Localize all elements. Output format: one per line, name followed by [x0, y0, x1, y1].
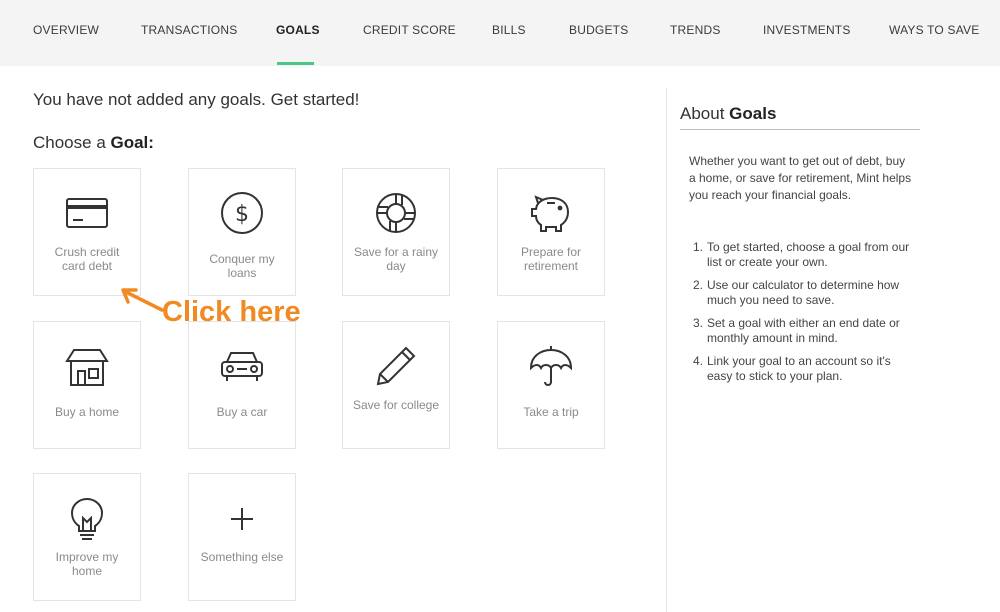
step-text: To get started, choose a goal from our l… [707, 240, 910, 269]
step-number: 2. [693, 278, 704, 292]
credit-card-icon [34, 196, 140, 230]
goal-card-retirement[interactable]: Prepare for retirement [497, 168, 605, 296]
tab-goals[interactable]: GOALS [276, 23, 320, 37]
goal-label: Conquer my loans [209, 252, 275, 280]
life-ring-icon [343, 191, 449, 235]
goal-card-something-else[interactable]: Something else [188, 473, 296, 601]
active-tab-indicator [277, 62, 314, 65]
choose-goal-heading: Choose a Goal: [33, 133, 154, 153]
tab-budgets[interactable]: BUDGETS [569, 23, 628, 37]
goal-label: Take a trip [523, 405, 579, 419]
goal-card-loans[interactable]: $ Conquer my loans [188, 168, 296, 296]
about-title-prefix: About [680, 104, 730, 123]
goal-label: Buy a home [54, 405, 120, 419]
dollar-coin-icon: $ [189, 191, 295, 235]
pencil-icon [343, 344, 449, 388]
about-intro-text: Whether you want to get out of debt, buy… [689, 154, 912, 202]
about-goals-title: About Goals [680, 104, 776, 124]
click-here-annotation: Click here [162, 296, 301, 328]
annotation-arrow-icon [121, 288, 164, 312]
about-step: 3. Set a goal with either an end date or … [693, 316, 915, 346]
top-navigation: OVERVIEW TRANSACTIONS GOALS CREDIT SCORE… [0, 0, 1000, 66]
goal-label: Improve my home [55, 550, 119, 578]
tab-credit-score[interactable]: CREDIT SCORE [363, 23, 456, 37]
umbrella-icon [498, 344, 604, 388]
about-steps-list: 1. To get started, choose a goal from our… [693, 240, 915, 392]
svg-text:$: $ [235, 202, 249, 227]
step-number: 1. [693, 240, 704, 254]
step-number: 3. [693, 316, 704, 330]
tab-transactions[interactable]: TRANSACTIONS [141, 23, 237, 37]
step-text: Set a goal with either an end date or mo… [707, 316, 900, 345]
about-step: 2. Use our calculator to determine how mu… [693, 278, 915, 308]
tab-trends[interactable]: TRENDS [670, 23, 721, 37]
sidebar-divider [666, 88, 667, 612]
tab-ways-to-save[interactable]: WAYS TO SAVE [889, 23, 979, 37]
goal-label: Save for a rainy day [353, 245, 439, 273]
lightbulb-icon [34, 496, 140, 542]
goal-card-rainy-day[interactable]: Save for a rainy day [342, 168, 450, 296]
step-text: Use our calculator to determine how much… [707, 278, 900, 307]
goal-card-credit-card-debt[interactable]: Crush credit card debt [33, 168, 141, 296]
goal-label: Prepare for retirement [520, 245, 582, 273]
goal-label: Buy a car [216, 405, 268, 419]
tab-overview[interactable]: OVERVIEW [33, 23, 99, 37]
goal-label: Save for college [352, 398, 440, 412]
goal-card-trip[interactable]: Take a trip [497, 321, 605, 449]
goal-label: Crush credit card debt [54, 245, 120, 273]
goal-card-buy-car[interactable]: Buy a car [188, 321, 296, 449]
step-number: 4. [693, 354, 704, 368]
empty-goals-message: You have not added any goals. Get starte… [33, 90, 360, 109]
goal-card-improve-home[interactable]: Improve my home [33, 473, 141, 601]
plus-icon [189, 506, 295, 532]
choose-goal-prefix: Choose a [33, 133, 111, 152]
house-icon [34, 347, 140, 387]
piggy-bank-icon [498, 194, 604, 234]
about-step: 4. Link your goal to an account so it's e… [693, 354, 915, 384]
goal-card-buy-home[interactable]: Buy a home [33, 321, 141, 449]
step-text: Link your goal to an account so it's eas… [707, 354, 891, 383]
about-title-rule [680, 129, 920, 130]
goal-label: Something else [200, 550, 284, 564]
tab-bills[interactable]: BILLS [492, 23, 526, 37]
about-title-bold: Goals [729, 104, 777, 123]
tab-investments[interactable]: INVESTMENTS [763, 23, 851, 37]
car-icon [189, 350, 295, 384]
about-step: 1. To get started, choose a goal from our… [693, 240, 915, 270]
choose-goal-bold: Goal: [110, 133, 154, 152]
goal-card-college[interactable]: Save for college [342, 321, 450, 449]
